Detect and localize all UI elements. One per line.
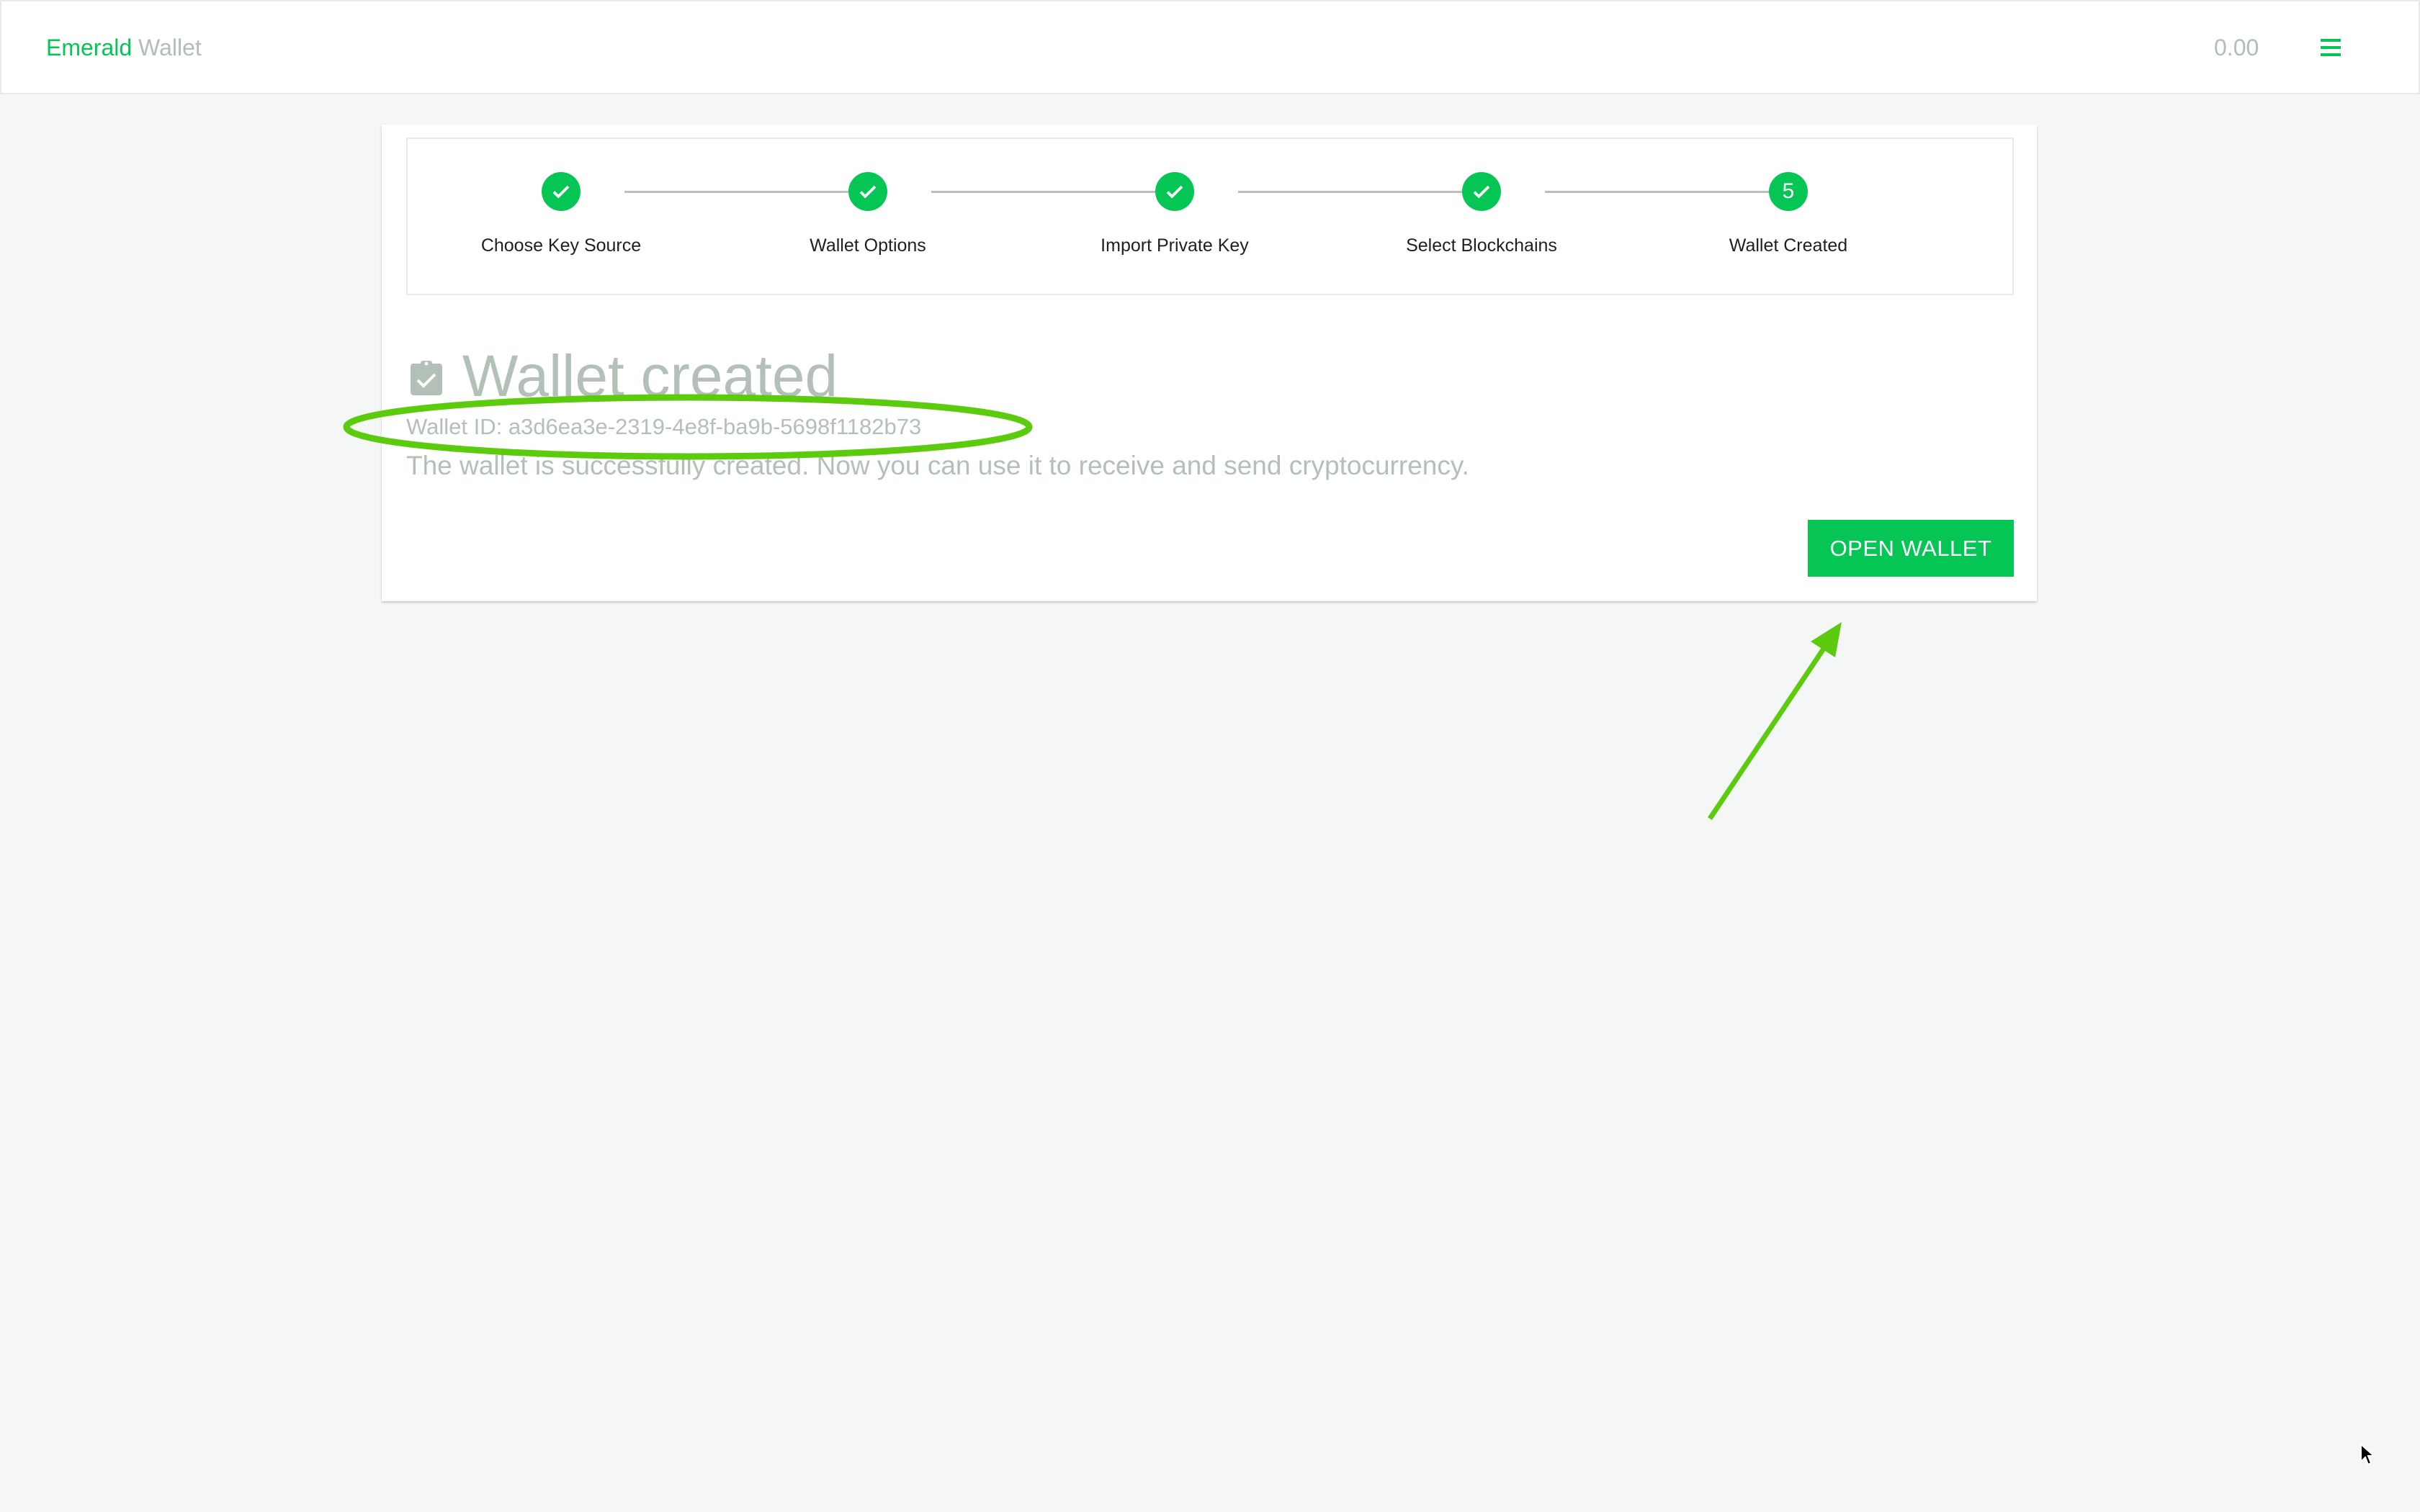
step-completed-badge bbox=[1155, 172, 1194, 211]
step-import-private-key: Import Private Key bbox=[1021, 139, 1328, 297]
check-icon bbox=[1166, 185, 1183, 199]
brand-secondary: Wallet bbox=[138, 35, 202, 60]
step-label: Wallet Created bbox=[1729, 235, 1848, 256]
app-logo[interactable]: Emerald Wallet bbox=[46, 33, 202, 62]
step-wallet-options: Wallet Options bbox=[714, 139, 1021, 297]
step-completed-badge bbox=[848, 172, 887, 211]
wallet-id: Wallet ID: a3d6ea3e-2319-4e8f-ba9b-5698f… bbox=[406, 414, 922, 439]
step-completed-badge bbox=[1462, 172, 1501, 211]
step-label: Choose Key Source bbox=[480, 235, 642, 256]
create-wallet-card: Choose Key Source Wallet Options Import … bbox=[382, 125, 2037, 601]
step-completed-badge bbox=[542, 172, 581, 211]
success-message: The wallet is successfully created. Now … bbox=[406, 451, 1469, 480]
step-number-badge: 5 bbox=[1769, 172, 1808, 211]
app-header: Emerald Wallet 0.00 bbox=[0, 0, 2420, 94]
page-title: Wallet created bbox=[462, 343, 838, 409]
brand-primary: Emerald bbox=[46, 35, 133, 60]
arrow-shaft bbox=[1708, 641, 1830, 820]
hamburger-menu-icon[interactable] bbox=[2321, 37, 2342, 58]
clipboard-check-icon bbox=[411, 361, 442, 395]
mouse-cursor-icon bbox=[2360, 1443, 2376, 1466]
step-label: Wallet Options bbox=[810, 235, 926, 256]
check-icon bbox=[1473, 185, 1490, 199]
check-icon bbox=[859, 185, 877, 199]
wizard-stepper: Choose Key Source Wallet Options Import … bbox=[406, 138, 2014, 295]
step-choose-key-source: Choose Key Source bbox=[408, 139, 714, 297]
step-label: Import Private Key bbox=[1101, 235, 1249, 256]
check-icon bbox=[552, 185, 570, 199]
open-wallet-button[interactable]: OPEN WALLET bbox=[1808, 520, 2014, 577]
step-select-blockchains: Select Blockchains bbox=[1328, 139, 1635, 297]
step-wallet-created: 5 Wallet Created bbox=[1635, 139, 1942, 297]
arrow-head bbox=[1811, 622, 1842, 657]
total-balance: 0.00 bbox=[2214, 35, 2259, 60]
step-label: Select Blockchains bbox=[1406, 235, 1557, 256]
